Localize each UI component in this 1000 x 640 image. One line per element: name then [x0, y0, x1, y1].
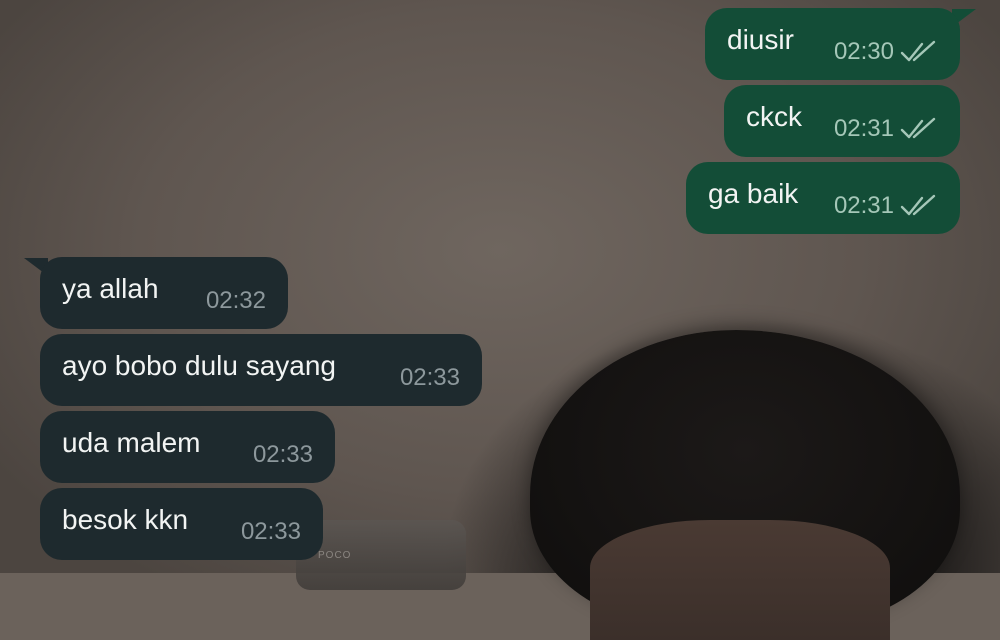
- message-bubble-incoming[interactable]: uda malem 02:33: [40, 411, 335, 483]
- wallpaper-phone-label: POCO: [318, 550, 352, 561]
- message-time: 02:33: [240, 518, 301, 545]
- message-meta: 02:31: [814, 117, 938, 141]
- message-meta: 02:33: [221, 520, 301, 544]
- message-text: ckck: [746, 101, 802, 132]
- message-time: 02:33: [399, 364, 460, 391]
- message-time: 02:31: [833, 115, 894, 142]
- message-time: 02:30: [833, 38, 894, 65]
- message-meta: 02:31: [814, 194, 938, 218]
- message-bubble-outgoing[interactable]: ckck 02:31: [724, 85, 960, 157]
- message-text: uda malem: [62, 427, 201, 458]
- message-time: 02:32: [205, 287, 266, 314]
- message-meta: 02:32: [186, 289, 266, 313]
- message-meta: 02:33: [233, 443, 313, 467]
- message-time: 02:31: [833, 192, 894, 219]
- message-text: ya allah: [62, 273, 159, 304]
- message-meta: 02:33: [380, 366, 460, 390]
- message-bubble-incoming[interactable]: besok kkn 02:33: [40, 488, 323, 560]
- message-bubble-outgoing[interactable]: diusir 02:30: [705, 8, 960, 80]
- double-check-icon: [900, 117, 936, 139]
- message-bubble-outgoing[interactable]: ga baik 02:31: [686, 162, 960, 234]
- message-time: 02:33: [252, 441, 313, 468]
- wallpaper-person-face: [590, 520, 890, 640]
- double-check-icon: [900, 194, 936, 216]
- message-bubble-incoming[interactable]: ya allah 02:32: [40, 257, 288, 329]
- message-text: diusir: [727, 24, 794, 55]
- message-text: ayo bobo dulu sayang: [62, 350, 336, 381]
- message-text: ga baik: [708, 178, 799, 209]
- double-check-icon: [900, 40, 936, 62]
- message-meta: 02:30: [814, 40, 938, 64]
- message-text: besok kkn: [62, 504, 189, 535]
- message-bubble-incoming[interactable]: ayo bobo dulu sayang 02:33: [40, 334, 482, 406]
